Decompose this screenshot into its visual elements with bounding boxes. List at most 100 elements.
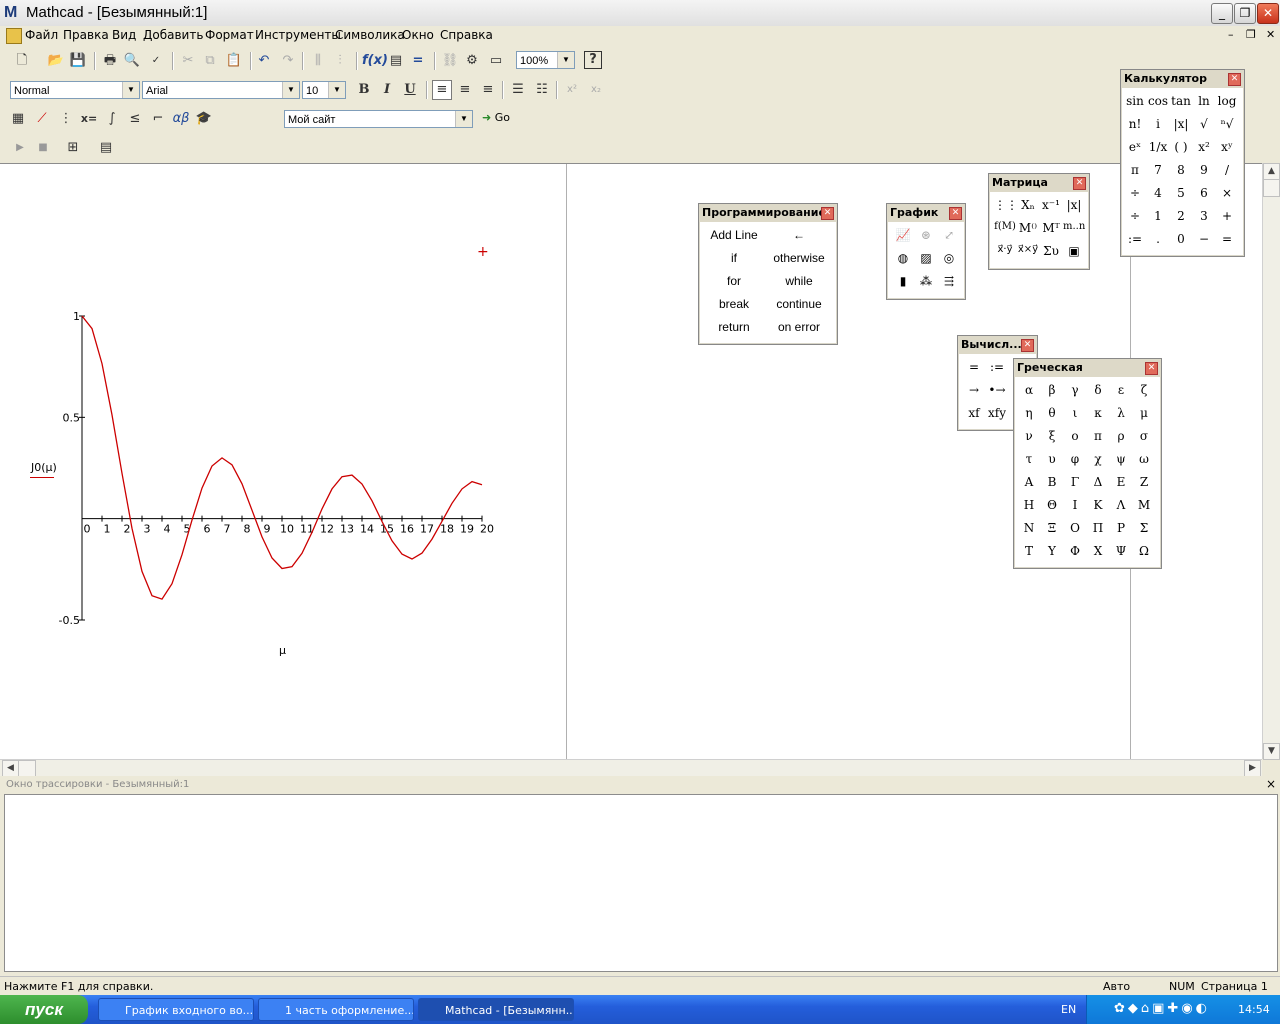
calculator-button[interactable]: 7 — [1146, 163, 1170, 177]
calculator-button[interactable]: − — [1192, 232, 1216, 246]
insert-component-icon[interactable]: ⚙ — [462, 51, 482, 71]
greek-letter-button[interactable]: χ — [1086, 452, 1110, 466]
determinant-icon[interactable]: |x| — [1063, 198, 1085, 212]
greek-palette-icon[interactable]: αβ — [171, 109, 191, 129]
programming-button[interactable]: ← — [766, 228, 832, 242]
greek-letter-button[interactable]: Τ — [1017, 544, 1041, 558]
calculator-button[interactable]: |x| — [1169, 117, 1193, 131]
greek-letter-button[interactable]: σ — [1132, 429, 1156, 443]
calculator-button[interactable]: ÷ — [1123, 186, 1147, 200]
calculator-button[interactable]: 1/x — [1146, 140, 1170, 154]
superscript-icon[interactable]: x² — [562, 80, 582, 100]
greek-letter-button[interactable]: ξ — [1040, 429, 1064, 443]
greek-letter-button[interactable]: Η — [1017, 498, 1041, 512]
greek-letter-button[interactable]: Ζ — [1132, 475, 1156, 489]
programming-button[interactable]: break — [701, 297, 767, 311]
close-icon[interactable]: ✕ — [821, 207, 834, 220]
calculator-button[interactable]: π — [1123, 163, 1147, 177]
calculus-palette-icon[interactable]: ∫ — [102, 109, 122, 129]
paste-icon[interactable]: 📋 — [224, 51, 244, 71]
scroll-up-icon[interactable]: ▲ — [1263, 163, 1280, 180]
surface-plot-icon[interactable]: ▨ — [915, 251, 937, 265]
greek-letter-button[interactable]: φ — [1063, 452, 1087, 466]
scatter-plot-icon[interactable]: ⁂ — [915, 274, 937, 288]
greek-letter-button[interactable]: π — [1086, 429, 1110, 443]
bullets-icon[interactable]: ☰ — [508, 80, 528, 100]
menu-window[interactable]: Окно — [402, 28, 434, 42]
greek-letter-button[interactable]: μ — [1132, 406, 1156, 420]
calculator-button[interactable]: 8 — [1169, 163, 1193, 177]
calculator-button[interactable]: x² — [1192, 140, 1216, 154]
close-icon[interactable]: ✕ — [949, 207, 962, 220]
transpose-icon[interactable]: Mᵀ — [1040, 221, 1062, 235]
language-indicator[interactable]: EN — [1061, 1003, 1076, 1016]
subscript-icon[interactable]: x₂ — [586, 80, 606, 100]
scroll-thumb[interactable] — [1263, 179, 1280, 197]
font-size-select[interactable]: 10 ▼ — [302, 81, 346, 99]
programming-button[interactable]: otherwise — [766, 251, 832, 265]
evaluation-palette-icon[interactable]: x= — [79, 109, 99, 129]
taskbar-item[interactable]: 1 часть оформление... — [258, 998, 414, 1021]
greek-letter-button[interactable]: α — [1017, 383, 1041, 397]
restore-button[interactable]: ❐ — [1234, 3, 1256, 24]
greek-letter-button[interactable]: Ρ — [1109, 521, 1133, 535]
greek-letter-button[interactable]: τ — [1017, 452, 1041, 466]
greek-letter-button[interactable]: Σ — [1132, 521, 1156, 535]
align-center-icon[interactable]: ≡ — [455, 80, 475, 100]
greek-letter-button[interactable]: υ — [1040, 452, 1064, 466]
greek-letter-button[interactable]: Ε — [1109, 475, 1133, 489]
calculator-button[interactable]: eˣ — [1123, 140, 1147, 154]
evaluation-button[interactable]: → — [963, 383, 985, 397]
menu-help[interactable]: Справка — [440, 28, 493, 42]
font-select[interactable]: Arial ▼ — [142, 81, 300, 99]
trace-output-area[interactable] — [4, 794, 1278, 972]
programming-button[interactable]: while — [766, 274, 832, 288]
italic-button[interactable]: I — [377, 80, 397, 100]
evaluation-button[interactable]: •→ — [986, 383, 1008, 397]
programming-button[interactable]: continue — [766, 297, 832, 311]
symbolic-palette-icon[interactable]: 🎓 — [194, 109, 214, 129]
document-icon[interactable] — [6, 28, 22, 44]
hscroll-thumb[interactable] — [18, 760, 36, 777]
minimize-button[interactable]: _ — [1211, 3, 1233, 24]
vectorize-icon[interactable]: f(M) — [994, 221, 1016, 232]
close-icon[interactable]: ✕ — [1021, 339, 1034, 352]
inverse-icon[interactable]: x⁻¹ — [1040, 198, 1062, 212]
underline-button[interactable]: U — [400, 80, 420, 100]
play-icon[interactable]: ▶ — [10, 138, 30, 158]
redo-icon[interactable]: ↷ — [278, 51, 298, 71]
menu-symbolics[interactable]: Символика — [335, 28, 405, 42]
calculator-button[interactable]: ⁿ√ — [1215, 117, 1239, 131]
scroll-down-icon[interactable]: ▼ — [1263, 743, 1280, 760]
calculator-button[interactable]: cos — [1146, 94, 1170, 108]
calculator-button[interactable]: . — [1146, 232, 1170, 246]
align-right-icon[interactable]: ≡ — [478, 80, 498, 100]
close-icon[interactable]: ✕ — [1073, 177, 1086, 190]
programming-button[interactable]: on error — [766, 320, 832, 334]
calculate-icon[interactable]: = — [408, 51, 428, 71]
vector-plot-icon[interactable]: ⇶ — [938, 274, 960, 288]
programming-button[interactable]: Add Line — [701, 228, 767, 242]
vector-sum-icon[interactable]: Συ — [1040, 244, 1062, 258]
calculator-button[interactable]: := — [1123, 232, 1147, 246]
greek-letter-button[interactable]: Ν — [1017, 521, 1041, 535]
matrix-palette-icon[interactable]: ⋮ — [56, 109, 76, 129]
tray-icons[interactable]: ✿◆⌂▣✚◉◐ — [1114, 1001, 1210, 1016]
greek-letter-button[interactable]: θ — [1040, 406, 1064, 420]
greek-letter-button[interactable]: ω — [1132, 452, 1156, 466]
greek-letter-button[interactable]: Ξ — [1040, 521, 1064, 535]
calculator-palette-icon[interactable]: ▦ — [8, 109, 28, 129]
resource-center-icon[interactable]: ▭ — [486, 51, 506, 71]
print-icon[interactable]: 🖶 — [100, 51, 120, 71]
scroll-right-icon[interactable]: ▶ — [1244, 760, 1261, 777]
doc-close-button[interactable]: ✕ — [1266, 28, 1275, 41]
taskbar-item[interactable]: График входного во... — [98, 998, 254, 1021]
greek-letter-button[interactable]: Λ — [1109, 498, 1133, 512]
programming-palette-icon[interactable]: ⌐ — [148, 109, 168, 129]
evaluation-button[interactable]: = — [963, 360, 985, 374]
print-preview-icon[interactable]: 🔍 — [122, 51, 142, 71]
bar-plot-icon[interactable]: ▮ — [892, 274, 914, 288]
greek-letter-button[interactable]: ε — [1109, 383, 1133, 397]
copy-icon[interactable]: ⧉ — [200, 51, 220, 71]
style-select[interactable]: Normal ▼ — [10, 81, 140, 99]
